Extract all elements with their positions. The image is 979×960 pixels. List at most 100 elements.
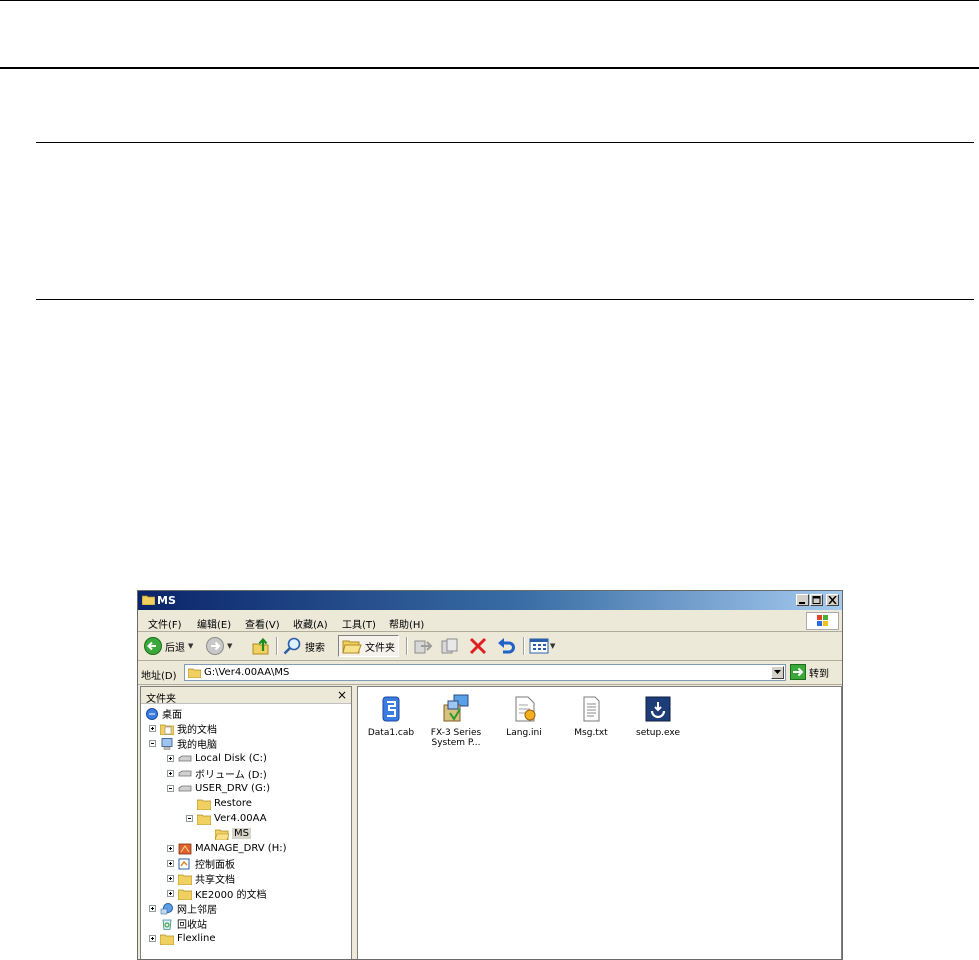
file-item-setup-exe[interactable]: setup.exe: [630, 693, 686, 738]
menu-help[interactable]: 帮助(H): [389, 616, 424, 631]
tree-item-label: 控制面板: [195, 860, 235, 871]
folders-pane-header: 文件夹 ×: [141, 687, 351, 705]
tree-item-label: 回收站: [177, 920, 207, 931]
tree-item-drive-c[interactable]: Local Disk (C:): [167, 751, 267, 766]
file-item-fx3-package[interactable]: FX-3 Series System P...: [428, 693, 484, 748]
drive-icon: [178, 755, 192, 761]
menu-bar: 文件(F) 编辑(E) 查看(V) 收藏(A) 工具(T) 帮助(H): [138, 611, 842, 632]
back-dropdown-icon[interactable]: ▼: [188, 642, 193, 650]
file-name: FX-3 Series System P...: [430, 728, 482, 748]
folder-icon: [178, 889, 192, 900]
copy-to-icon: [441, 638, 458, 654]
tree-item-restore[interactable]: Restore: [186, 796, 252, 811]
expand-icon[interactable]: [149, 725, 156, 732]
toolbar-separator: [406, 637, 408, 655]
undo-button[interactable]: [496, 635, 516, 657]
folder-icon: [197, 799, 211, 810]
expand-icon[interactable]: [167, 890, 174, 897]
menu-view[interactable]: 查看(V): [245, 616, 280, 631]
expand-icon[interactable]: [167, 875, 174, 882]
expand-icon[interactable]: [149, 905, 156, 912]
menu-tools[interactable]: 工具(T): [342, 616, 376, 631]
file-list-pane: Data1.cab FX-3 Series System P... Lang.i…: [357, 686, 842, 959]
forward-dropdown-icon[interactable]: ▼: [227, 642, 232, 650]
delete-button[interactable]: [468, 635, 488, 657]
windows-logo-icon: [806, 612, 839, 630]
control-panel-icon: [178, 858, 190, 869]
address-dropdown-button[interactable]: [771, 666, 784, 679]
menu-file[interactable]: 文件(F): [148, 616, 182, 631]
folder-icon: [160, 934, 174, 945]
forward-arrow-icon: [206, 637, 224, 655]
folder-icon: [142, 595, 155, 605]
folder-icon: [178, 874, 192, 885]
tree-item-label: Restore: [214, 798, 252, 809]
tree-item-label: 我的电脑: [177, 740, 217, 751]
file-item-lang-ini[interactable]: Lang.ini: [496, 693, 552, 738]
chevron-down-icon: [774, 670, 781, 674]
tree-item-my-documents[interactable]: 我的文档: [149, 721, 217, 736]
tree-item-label: 我的文档: [177, 725, 217, 736]
file-name: Lang.ini: [506, 728, 542, 738]
expand-icon[interactable]: [167, 770, 174, 777]
collapse-icon[interactable]: [186, 815, 193, 822]
tree-item-desktop[interactable]: 桌面: [145, 706, 182, 721]
copy-to-button[interactable]: [440, 635, 460, 657]
tree-item-label: 共享文档: [195, 875, 235, 886]
up-folder-button[interactable]: [251, 635, 271, 657]
title-bar[interactable]: MS: [138, 591, 842, 610]
tree-item-label: KE2000 的文档: [195, 890, 267, 901]
close-button[interactable]: [826, 594, 839, 606]
tree-item-control-panel[interactable]: 控制面板: [167, 856, 235, 871]
toolbar: 后退 ▼ ▼ 搜索 文件夹 ▼: [138, 632, 842, 661]
header-rule: [0, 67, 979, 69]
folders-button[interactable]: 文件夹: [338, 635, 399, 657]
section-rule-top: [36, 142, 974, 143]
go-arrow-icon: [790, 664, 806, 680]
views-dropdown-icon[interactable]: ▼: [550, 642, 555, 650]
folders-icon: [342, 640, 362, 654]
address-value: G:\Ver4.00AA\MS: [204, 667, 290, 678]
forward-button[interactable]: ▼: [206, 635, 232, 657]
minimize-button[interactable]: [796, 594, 809, 606]
address-input[interactable]: G:\Ver4.00AA\MS: [184, 664, 786, 681]
toolbar-separator: [276, 637, 278, 655]
maximize-button[interactable]: [810, 594, 823, 606]
search-button[interactable]: 搜索: [282, 635, 325, 657]
views-button[interactable]: ▼: [529, 635, 555, 657]
go-button[interactable]: 转到: [790, 664, 829, 680]
tree-item-label: USER_DRV (G:): [195, 783, 270, 794]
tree-item-ke2000-documents[interactable]: KE2000 的文档: [167, 886, 267, 901]
expand-icon[interactable]: [167, 755, 174, 762]
back-button[interactable]: 后退 ▼: [144, 635, 193, 657]
collapse-icon[interactable]: [167, 785, 174, 792]
tree-item-shared-documents[interactable]: 共享文档: [167, 871, 235, 886]
tree-item-flexline[interactable]: Flexline: [149, 931, 215, 946]
expand-icon[interactable]: [167, 860, 174, 867]
tree-item-drive-g[interactable]: USER_DRV (G:): [167, 781, 270, 796]
file-item-msg-txt[interactable]: Msg.txt: [563, 693, 619, 738]
collapse-icon[interactable]: [149, 740, 156, 747]
expand-icon[interactable]: [167, 845, 174, 852]
tree-item-label: 桌面: [162, 710, 182, 721]
open-folder-icon: [215, 829, 229, 840]
tree-item-label: Ver4.00AA: [214, 813, 267, 824]
tree-item-network-places[interactable]: 网上邻居: [149, 901, 217, 916]
tree-item-drive-d[interactable]: ボリューム (D:): [167, 766, 267, 781]
tree-item-ms[interactable]: MS: [204, 826, 251, 841]
drive-icon: [178, 785, 192, 791]
close-pane-icon[interactable]: ×: [337, 688, 347, 702]
tree-item-recycle-bin[interactable]: 回收站: [149, 916, 207, 931]
setup-exe-icon: [645, 696, 671, 722]
tree-item-ver4[interactable]: Ver4.00AA: [186, 811, 267, 826]
tree-item-my-computer[interactable]: 我的电脑: [149, 736, 217, 751]
move-to-button[interactable]: [413, 635, 433, 657]
menu-favorites[interactable]: 收藏(A): [293, 616, 328, 631]
tree-item-drive-h[interactable]: MANAGE_DRV (H:): [167, 841, 287, 856]
file-item-data1-cab[interactable]: Data1.cab: [363, 693, 419, 738]
menu-edit[interactable]: 编辑(E): [197, 616, 231, 631]
computer-icon: [161, 737, 173, 750]
expand-icon[interactable]: [149, 935, 156, 942]
tree-item-label: 网上邻居: [177, 905, 217, 916]
tree-item-label: MANAGE_DRV (H:): [195, 843, 287, 854]
